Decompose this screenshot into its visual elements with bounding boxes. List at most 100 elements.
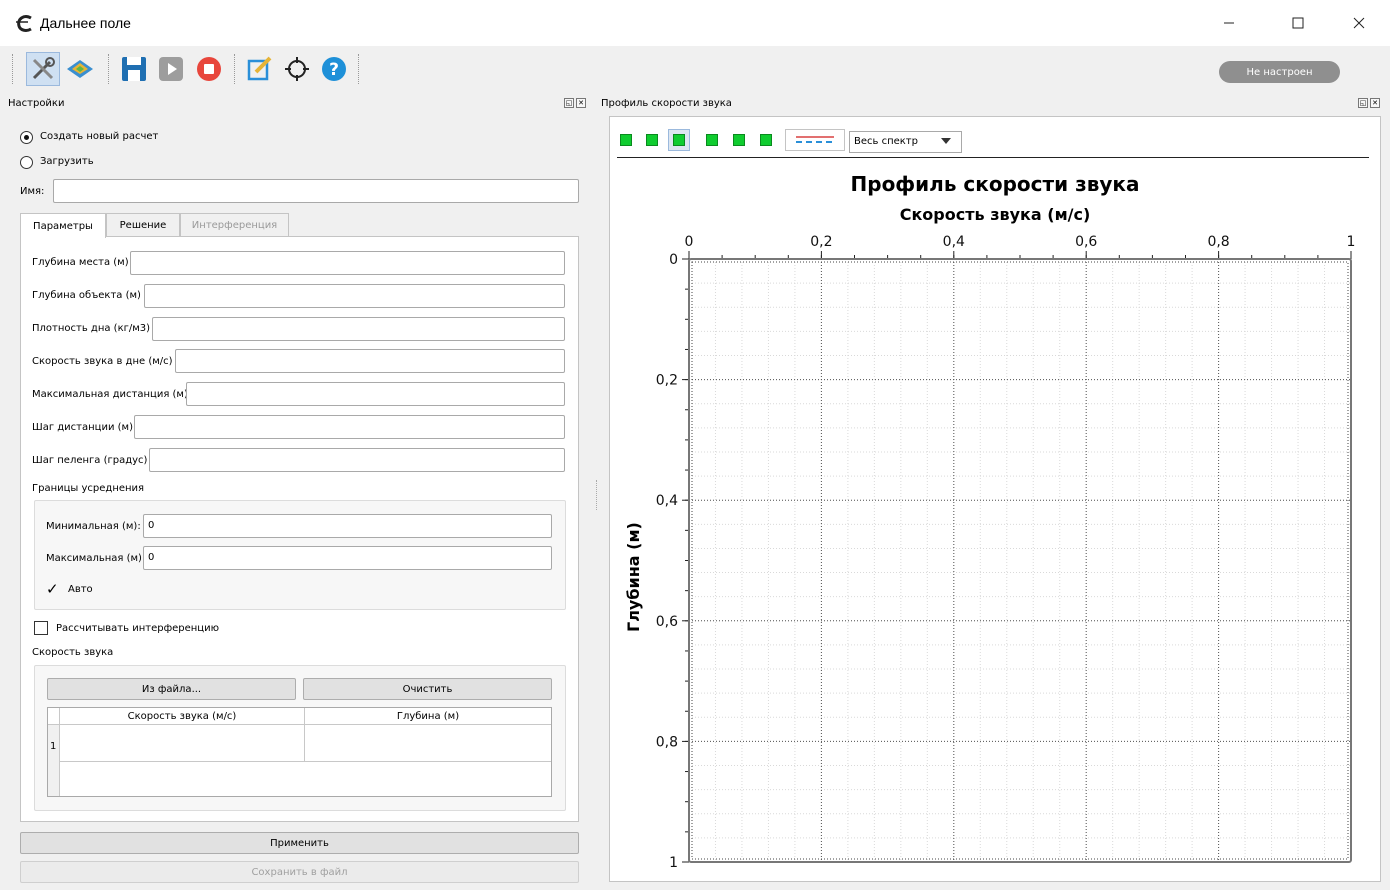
zoom-out-icon[interactable] — [733, 134, 745, 146]
averaging-max-label: Максимальная (м) — [46, 553, 142, 564]
chevron-down-icon — [941, 138, 951, 144]
toolbar-grip — [12, 54, 15, 84]
help-icon: ? — [322, 57, 346, 81]
cell-depth[interactable] — [305, 725, 551, 762]
name-label: Имя: — [20, 186, 45, 197]
save-to-file-button[interactable]: Сохранить в файл — [20, 861, 579, 883]
settings-panel-title: Настройки — [8, 98, 65, 109]
param-label-distance-step: Шаг дистанции (м) — [32, 422, 133, 433]
title-bar: Дальнее поле — [0, 0, 1390, 46]
y-tick-label: 0,6 — [656, 614, 678, 630]
settings-close-button[interactable]: ✕ — [576, 98, 586, 108]
play-icon — [159, 57, 183, 81]
svg-text:?: ? — [329, 60, 339, 80]
settings-float-button[interactable]: ◱ — [564, 98, 574, 108]
interference-checkbox[interactable] — [34, 621, 48, 635]
tab-parameters[interactable]: Параметры — [20, 213, 106, 238]
chart-title: Профиль скорости звука — [850, 172, 1140, 196]
toolbar-separator — [108, 54, 111, 84]
splitter-handle[interactable] — [596, 480, 598, 510]
maximize-icon — [1292, 17, 1304, 29]
row-index: 1 — [50, 741, 57, 752]
settings-tools-button[interactable] — [26, 52, 60, 86]
averaging-min-label: Минимальная (м): — [46, 521, 141, 532]
toolbar-separator — [234, 54, 237, 84]
x-tick-label: 0,2 — [810, 234, 832, 250]
tab-solution[interactable]: Решение — [106, 213, 180, 237]
load-from-file-button[interactable]: Из файла... — [47, 678, 296, 700]
row-header-column — [48, 725, 60, 796]
stop-icon — [197, 57, 221, 81]
target-button[interactable] — [280, 52, 314, 86]
y-tick-label: 0,2 — [656, 373, 678, 389]
radio-create-new-label: Создать новый расчет — [40, 131, 159, 142]
interference-checkbox-label: Рассчитывать интерференцию — [56, 623, 220, 634]
edit-icon — [247, 56, 272, 81]
averaging-max-input[interactable]: 0 — [143, 546, 552, 570]
radio-create-new[interactable] — [20, 131, 33, 144]
y-tick-label: 0,8 — [656, 734, 678, 750]
column-header-speed[interactable]: Скорость звука (м/с) — [60, 708, 305, 725]
close-icon — [1353, 17, 1365, 29]
minimize-button[interactable] — [1206, 0, 1252, 46]
averaging-min-input[interactable]: 0 — [143, 514, 552, 538]
zoom-fit-icon[interactable] — [620, 134, 632, 146]
auto-checkbox-label: Авто — [68, 584, 93, 595]
terrain-button[interactable] — [63, 52, 97, 86]
profile-float-button[interactable]: ◱ — [1358, 98, 1368, 108]
pan-icon[interactable] — [706, 134, 718, 146]
reset-icon[interactable] — [760, 134, 772, 146]
x-tick-label: 1 — [1347, 234, 1356, 250]
sound-speed-profile-chart[interactable]: 0 0,2 0,4 0,6 0,8 1 0 0,2 0,4 0,6 0,8 1 — [609, 222, 1379, 882]
line-style-icon — [796, 136, 834, 143]
apply-button[interactable]: Применить — [20, 832, 579, 854]
app-logo-icon — [16, 15, 32, 32]
save-button[interactable] — [117, 52, 151, 86]
column-header-depth[interactable]: Глубина (м) — [305, 708, 551, 725]
bottom-density-input[interactable] — [152, 317, 565, 341]
param-label-bottom-density: Плотность дна (кг/м3) — [32, 323, 151, 334]
cell-speed[interactable] — [60, 725, 305, 762]
radio-load-label: Загрузить — [40, 156, 94, 167]
max-distance-input[interactable] — [186, 382, 565, 406]
profile-close-button[interactable]: ✕ — [1370, 98, 1380, 108]
tools-icon — [32, 57, 55, 80]
x-tick-label: 0,4 — [943, 234, 965, 250]
site-depth-input[interactable] — [130, 251, 565, 275]
param-label-bottom-sound-speed: Скорость звука в дне (м/с) — [32, 356, 173, 367]
sound-speed-table: Скорость звука (м/с) Глубина (м) 1 — [47, 707, 552, 797]
toolbar-separator — [358, 54, 361, 84]
stop-button[interactable] — [192, 52, 226, 86]
maximize-button[interactable] — [1275, 0, 1321, 46]
distance-step-input[interactable] — [134, 415, 565, 439]
help-button[interactable]: ? — [317, 52, 351, 86]
profile-panel-title: Профиль скорости звука — [601, 98, 732, 109]
tab-interference[interactable]: Интерференция — [180, 213, 289, 237]
param-label-object-depth: Глубина объекта (м) — [32, 290, 141, 301]
autoscale-icon — [673, 134, 685, 146]
object-depth-input[interactable] — [144, 284, 565, 308]
y-tick-label: 1 — [669, 855, 678, 871]
clear-button[interactable]: Очистить — [303, 678, 552, 700]
radio-load[interactable] — [20, 156, 33, 169]
averaging-group-title: Границы усреднения — [32, 483, 145, 494]
name-input[interactable] — [53, 179, 579, 203]
x-tick-label: 0 — [685, 234, 694, 250]
window-title: Дальнее поле — [40, 15, 131, 31]
sound-speed-group-title: Скорость звука — [32, 647, 114, 658]
param-label-bearing-step: Шаг пеленга (градус) — [32, 455, 148, 466]
y-tick-label: 0,4 — [656, 493, 678, 509]
table-corner — [48, 708, 60, 725]
close-button[interactable] — [1336, 0, 1382, 46]
bottom-sound-speed-input[interactable] — [175, 349, 565, 373]
run-button[interactable] — [154, 52, 188, 86]
edit-button[interactable] — [243, 52, 277, 86]
status-badge: Не настроен — [1219, 61, 1340, 83]
bearing-step-input[interactable] — [149, 448, 565, 472]
zoom-in-icon[interactable] — [646, 134, 658, 146]
param-label-max-distance: Максимальная дистанция (м) — [32, 389, 188, 400]
line-style-button[interactable] — [785, 129, 845, 151]
auto-checkbox[interactable]: ✓ — [46, 581, 62, 597]
minimize-icon — [1224, 22, 1234, 24]
x-tick-label: 0,8 — [1207, 234, 1229, 250]
